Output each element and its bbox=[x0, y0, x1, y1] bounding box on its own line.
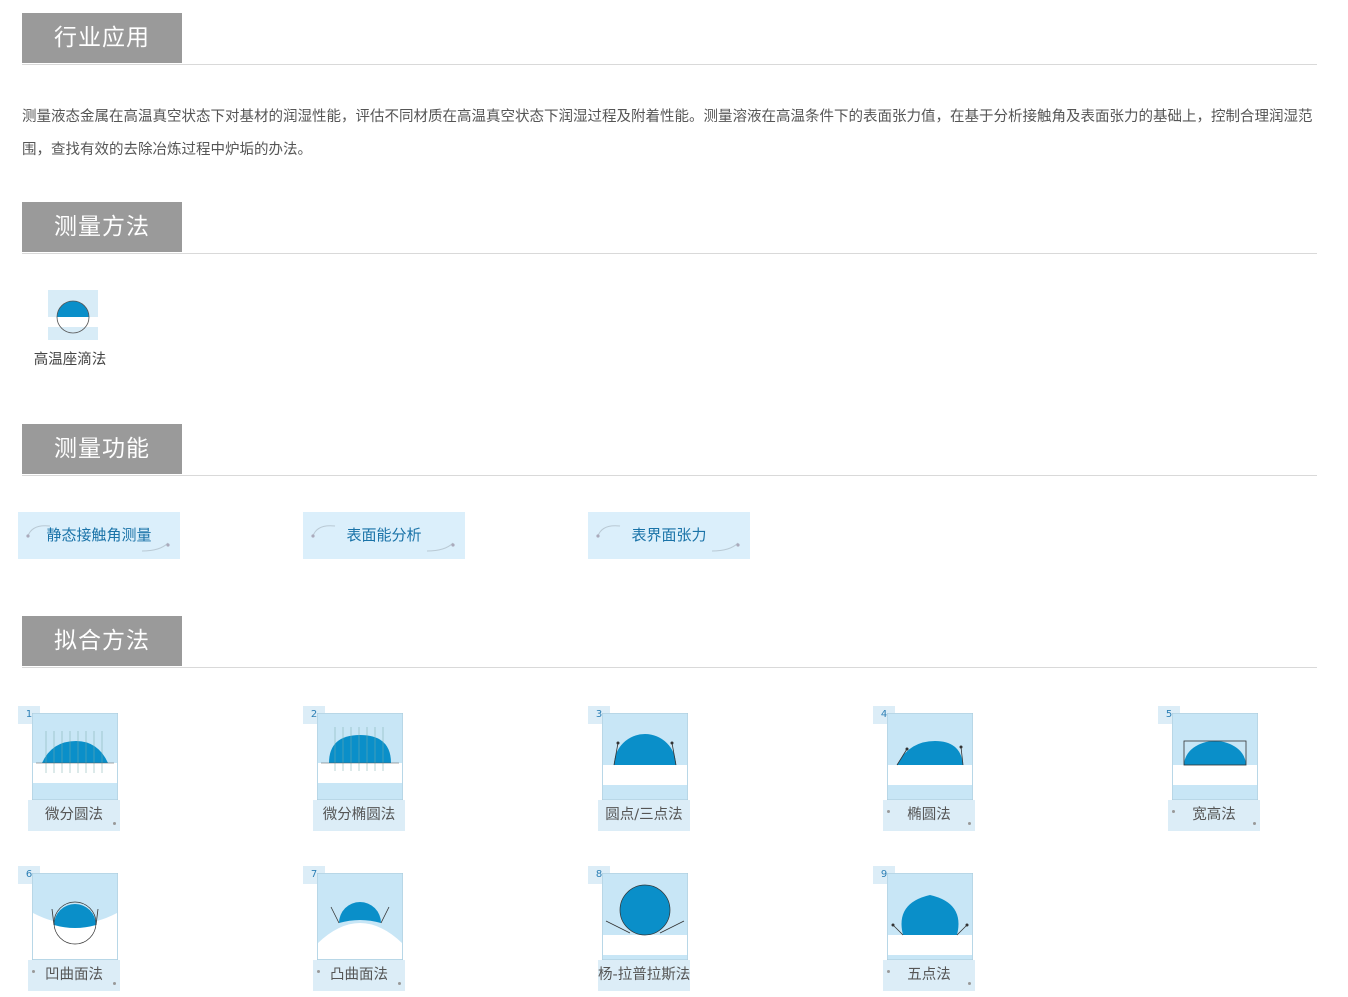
function-label: 表面能分析 bbox=[346, 526, 422, 544]
swirl-decoration-icon bbox=[311, 525, 336, 538]
fit-item-label: 椭圆法 bbox=[883, 800, 975, 831]
section-title-method: 测量方法 bbox=[22, 202, 182, 252]
method-item-sessile-drop[interactable]: 高温座滴法 bbox=[30, 290, 116, 369]
fit-item-young-laplace[interactable]: 8 杨-拉普拉斯法 bbox=[588, 866, 692, 992]
function-button-surface-energy[interactable]: 表面能分析 bbox=[303, 512, 465, 559]
fit-item-ellipse[interactable]: 4 椭圆法 bbox=[873, 706, 977, 832]
industry-description: 测量液态金属在高温真空状态下对基材的润湿性能，评估不同材质在高温真空状态下润湿过… bbox=[22, 109, 1313, 158]
swirl-decoration-icon bbox=[711, 542, 740, 552]
swirl-decoration-icon bbox=[426, 542, 455, 552]
section-title-industry: 行业应用 bbox=[22, 13, 182, 63]
section-header-fitting: 拟合方法 bbox=[22, 616, 1317, 668]
ellipse-icon bbox=[887, 713, 973, 800]
differential-ellipse-icon bbox=[317, 713, 403, 800]
fit-item-label: 宽高法 bbox=[1168, 800, 1260, 831]
swirl-decoration-icon bbox=[26, 525, 51, 538]
swirl-decoration-icon bbox=[141, 542, 170, 552]
concave-surface-icon bbox=[32, 873, 118, 960]
convex-surface-icon bbox=[317, 873, 403, 960]
swirl-decoration-icon bbox=[596, 525, 621, 538]
fit-item-label: 杨-拉普拉斯法 bbox=[598, 960, 690, 991]
fit-item-differential-ellipse[interactable]: 2 微分椭圆法 bbox=[303, 706, 407, 832]
five-point-icon bbox=[887, 873, 973, 960]
section-header-method: 测量方法 bbox=[22, 202, 1317, 254]
function-label: 静态接触角测量 bbox=[46, 526, 152, 544]
section-header-industry: 行业应用 bbox=[22, 13, 1317, 65]
fit-item-concave-surface[interactable]: 6 凹曲面法 bbox=[18, 866, 122, 992]
function-button-static-contact-angle[interactable]: 静态接触角测量 bbox=[18, 512, 180, 559]
section-title-fitting: 拟合方法 bbox=[22, 616, 182, 666]
fit-item-label: 微分圆法 bbox=[28, 800, 120, 831]
fit-item-label: 凸曲面法 bbox=[313, 960, 405, 991]
circle-three-point-icon bbox=[602, 713, 688, 800]
fit-item-differential-circle[interactable]: 1 微分圆法 bbox=[18, 706, 122, 832]
fit-item-width-height[interactable]: 5 宽高法 bbox=[1158, 706, 1262, 832]
fit-item-convex-surface[interactable]: 7 凸曲面法 bbox=[303, 866, 407, 992]
width-height-icon bbox=[1172, 713, 1258, 800]
fit-item-label: 微分椭圆法 bbox=[313, 800, 405, 831]
fit-item-circle-three-point[interactable]: 3 圆点/三点法 bbox=[588, 706, 692, 832]
function-label: 表界面张力 bbox=[631, 526, 707, 544]
young-laplace-icon bbox=[602, 873, 688, 960]
fit-item-label: 圆点/三点法 bbox=[598, 800, 690, 831]
fit-item-five-point[interactable]: 9 五点法 bbox=[873, 866, 977, 992]
function-button-interfacial-tension[interactable]: 表界面张力 bbox=[588, 512, 750, 559]
fit-item-label: 凹曲面法 bbox=[28, 960, 120, 991]
method-label: 高温座滴法 bbox=[33, 352, 107, 368]
sessile-drop-icon bbox=[48, 290, 98, 340]
section-title-function: 测量功能 bbox=[22, 424, 182, 474]
fit-item-label: 五点法 bbox=[883, 960, 975, 991]
section-header-function: 测量功能 bbox=[22, 424, 1317, 476]
differential-circle-icon bbox=[32, 713, 118, 800]
